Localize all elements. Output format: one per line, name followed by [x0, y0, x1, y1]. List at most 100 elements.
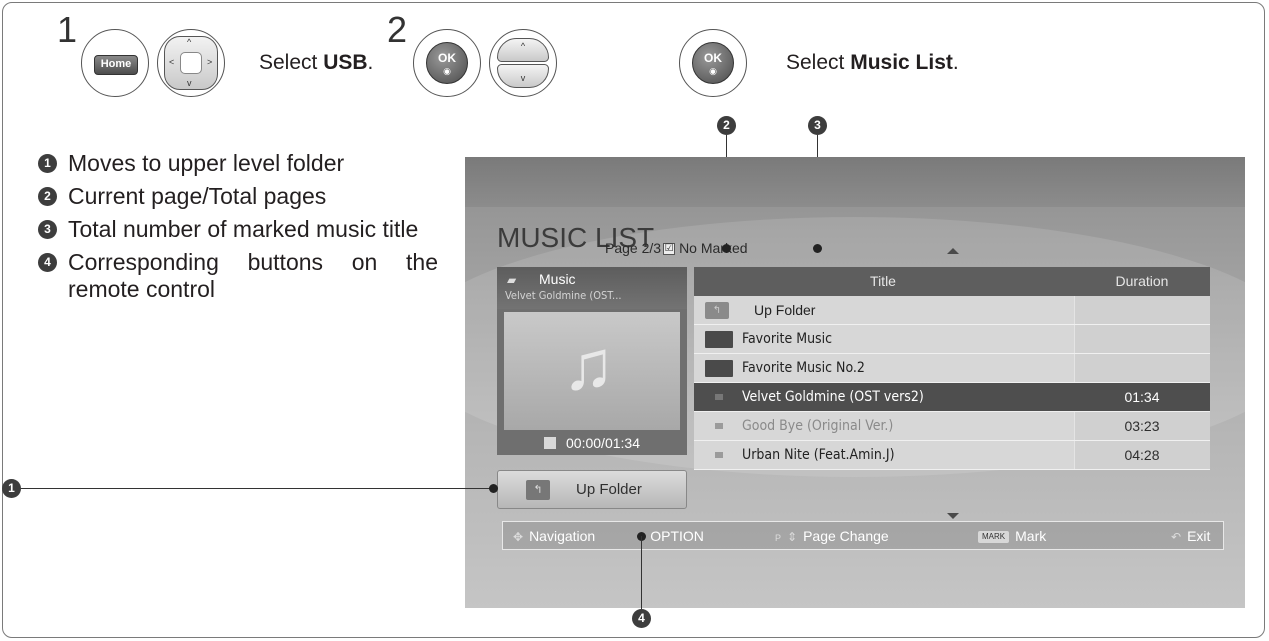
now-playing-track: Velvet Goldmine (OST... — [505, 289, 622, 302]
nav-page-change-label: Page Change — [803, 528, 889, 544]
legend-number: 2 — [38, 187, 57, 206]
music-table: Title Duration ↰ Up Folder Favorite Musi… — [694, 267, 1210, 470]
dpad-center — [180, 52, 202, 74]
nav-option: ●OPTION — [637, 528, 704, 544]
step-1-text: Select — [259, 51, 324, 74]
table-row[interactable]: Favorite Music — [694, 325, 1210, 354]
legend-text: Current page/Total pages — [68, 183, 327, 209]
table-row[interactable]: Urban Nite (Feat.Amin.J) 04:28 — [694, 441, 1210, 470]
callout-2: 2 — [717, 116, 736, 135]
column-duration: Duration — [1115, 273, 1169, 289]
scroll-up-icon[interactable] — [947, 248, 959, 254]
folder-icon — [705, 360, 733, 377]
dpad-circle: ^ < > v — [157, 29, 225, 97]
up-button[interactable]: ^ — [497, 38, 549, 62]
music-note-icon: ♫ — [562, 326, 615, 404]
step-1-period: . — [367, 51, 374, 74]
legend-text: Total number of marked music title — [68, 216, 419, 242]
legend-item: 3 Total number of marked music title — [38, 216, 438, 243]
ok-label: OK — [704, 51, 722, 65]
playback-time: 00:00/01:34 — [497, 435, 687, 451]
music-folder-icon: ▰ — [507, 273, 517, 287]
callout-3-dot — [813, 244, 822, 253]
step-2-bold: Music List — [850, 51, 953, 74]
mark-key-icon: MARK — [978, 531, 1010, 543]
home-button[interactable]: Home — [94, 55, 138, 75]
arrow-down-icon: v — [187, 78, 192, 88]
row-title: Good Bye (Original Ver.) — [742, 418, 894, 434]
page-change-icon: P — [775, 533, 782, 543]
step-number-2: 2 — [387, 9, 408, 50]
callout-4-line — [641, 536, 642, 610]
callout-2-dot — [722, 244, 731, 253]
page-indicator: Page 2/3 — [605, 240, 662, 256]
row-title: Favorite Music No.2 — [742, 360, 865, 376]
legend-text: Moves to upper level folder — [68, 150, 345, 176]
up-folder-icon: ↰ — [705, 302, 729, 319]
screen-top-band — [465, 157, 1245, 207]
legend-item: 1 Moves to upper level folder — [38, 150, 438, 177]
playback-time-text: 00:00/01:34 — [566, 435, 640, 451]
stop-icon — [544, 437, 557, 449]
down-button[interactable]: v — [497, 64, 549, 88]
step-1-bold: USB — [323, 51, 368, 74]
music-file-icon — [715, 394, 723, 400]
column-title: Title — [870, 273, 896, 289]
nav-mark: MARK Mark — [978, 528, 1046, 544]
ok-button[interactable]: OK ◉ — [692, 42, 734, 84]
ok-label: OK — [438, 51, 456, 65]
callout-4: 4 — [632, 609, 651, 628]
duration-cell — [1074, 325, 1210, 353]
dpad-button[interactable]: ^ < > v — [164, 36, 218, 90]
row-title: Up Folder — [754, 302, 816, 318]
nav-page-change: P ⇕ Page Change — [775, 528, 889, 544]
row-duration: 04:28 — [1124, 447, 1160, 463]
nav-navigation: ✥ Navigation — [513, 528, 595, 544]
nav-mark-label: Mark — [1015, 528, 1047, 544]
table-header: Title Duration — [694, 267, 1210, 296]
duration-cell — [1074, 354, 1210, 382]
page-updown-icon: ⇕ — [787, 530, 798, 544]
up-folder-icon: ↰ — [526, 480, 550, 500]
remote-key-bar: ✥ Navigation ●OPTION P ⇕ Page Change MARK Ma… — [502, 521, 1224, 550]
legend-number: 4 — [38, 253, 57, 272]
music-list-screen: MUSIC LIST Page 2/3 ☑ No Marked ▰ Music Ve… — [465, 157, 1245, 608]
row-title: Favorite Music — [742, 331, 833, 347]
exit-icon: ↶ — [1171, 530, 1182, 544]
arrow-up-icon: ^ — [187, 37, 192, 47]
nav-exit-label: Exit — [1187, 528, 1211, 544]
callout-1-dot — [489, 484, 498, 493]
legend-number: 3 — [38, 220, 57, 239]
ok-dot-icon: ◉ — [709, 66, 717, 76]
scroll-down-icon[interactable] — [947, 513, 959, 519]
table-row[interactable]: Good Bye (Original Ver.) 03:23 — [694, 412, 1210, 441]
marked-count: No Marked — [679, 240, 748, 256]
ok-button[interactable]: OK ◉ — [426, 42, 468, 84]
callout-3: 3 — [808, 116, 827, 135]
music-file-icon — [715, 423, 723, 429]
updown-buttons: ^ v — [497, 38, 549, 88]
duration-cell — [1074, 296, 1210, 324]
ok-dot-icon: ◉ — [443, 66, 451, 76]
legend-number: 1 — [38, 154, 57, 173]
arrow-left-icon: < — [169, 57, 175, 67]
legend-list: 1 Moves to upper level folder 2 Current pa… — [38, 150, 438, 309]
table-row[interactable]: Favorite Music No.2 — [694, 354, 1210, 383]
nav-navigation-label: Navigation — [529, 528, 596, 544]
table-row-selected[interactable]: Velvet Goldmine (OST vers2) 01:34 — [694, 383, 1210, 412]
marked-checkbox-icon: ☑ — [663, 243, 676, 256]
table-row[interactable]: ↰ Up Folder — [694, 296, 1210, 325]
up-folder-button[interactable]: ↰ Up Folder — [497, 470, 687, 509]
step-number-1: 1 — [57, 9, 78, 50]
step-2-instruction: Select Music List. — [786, 51, 959, 75]
callout-1: 1 — [2, 479, 21, 498]
row-duration: 01:34 — [1124, 389, 1160, 405]
legend-text: Corresponding buttons on the remote cont… — [68, 249, 438, 302]
now-playing-label: Music — [539, 271, 576, 287]
navigation-icon: ✥ — [513, 530, 524, 544]
updown-circle: ^ v — [489, 29, 557, 97]
legend-item: 2 Current page/Total pages — [38, 183, 438, 210]
now-playing-header: ▰ Music Velvet Goldmine (OST... — [497, 267, 687, 309]
now-playing-panel: ▰ Music Velvet Goldmine (OST... ♫ 00:00/… — [497, 267, 687, 455]
step-2-period: . — [952, 51, 959, 74]
